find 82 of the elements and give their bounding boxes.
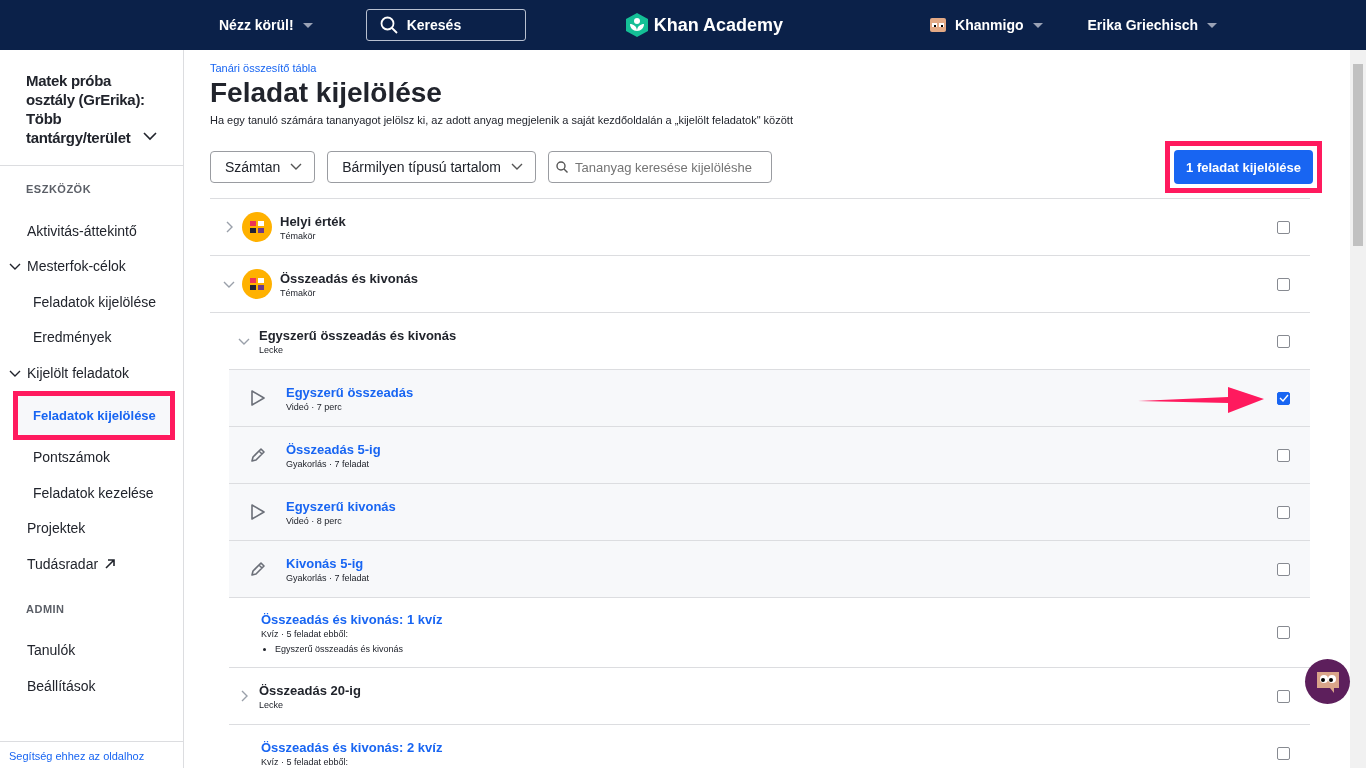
item-type: Lecke bbox=[259, 344, 285, 355]
scrollbar-thumb[interactable] bbox=[1353, 64, 1363, 246]
user-menu-button[interactable]: Erika Griechisch bbox=[1087, 17, 1219, 33]
content-search-field[interactable]: Tananyag keresése kijelöléshe bbox=[548, 151, 772, 183]
filter-dropdown[interactable]: Számtan bbox=[210, 151, 316, 183]
topic-icon bbox=[242, 212, 272, 242]
bullet-icon bbox=[263, 647, 266, 651]
checkbox[interactable] bbox=[1277, 626, 1290, 639]
item-type: Gyakorlás · 7 feladat bbox=[286, 572, 371, 583]
chevron-down-icon bbox=[511, 163, 523, 171]
breadcrumb-link[interactable]: Tanári összesítő tábla bbox=[210, 62, 1310, 74]
search-icon bbox=[379, 16, 398, 34]
pencil-icon bbox=[248, 560, 267, 578]
content-title-link[interactable]: Egyszerű kivonás bbox=[286, 498, 1277, 514]
scrollbar[interactable] bbox=[1350, 50, 1366, 768]
content-title-link[interactable]: Kivonás 5-ig bbox=[286, 555, 1277, 571]
khanmigo-face-icon bbox=[1314, 669, 1341, 694]
filter-dropdown[interactable]: Bármilyen típusú tartalom bbox=[327, 151, 536, 183]
checkbox[interactable] bbox=[1277, 391, 1290, 405]
sidebar-item[interactable]: Projektek bbox=[0, 510, 176, 546]
sidebar-item[interactable]: Tanulók bbox=[0, 632, 176, 668]
item-title: Összeadás 20-ig bbox=[259, 682, 362, 698]
checkbox[interactable] bbox=[1277, 746, 1290, 760]
sidebar-item[interactable]: Beállítások bbox=[0, 668, 176, 704]
checkmark-icon bbox=[1278, 394, 1289, 402]
sidebar-item[interactable]: Mesterfok-célok bbox=[0, 248, 176, 284]
sidebar-item[interactable]: Tudásradar bbox=[0, 546, 176, 582]
logo-icon bbox=[625, 13, 648, 37]
chevron-down-icon[interactable] bbox=[143, 132, 157, 141]
list-item: Egyszerű összeadás és kivonás bbox=[275, 644, 404, 654]
item-type: Témakör bbox=[280, 230, 317, 241]
sidebar-item[interactable]: Kijelölt feladatok bbox=[0, 355, 176, 391]
pencil-icon bbox=[248, 446, 267, 464]
item-title: Egyszerű összeadás és kivonás bbox=[259, 327, 458, 343]
item-type: Videó · 7 perc bbox=[286, 401, 343, 412]
checkbox[interactable] bbox=[1277, 505, 1290, 519]
item-type: Kvíz · 5 feladat ebből: bbox=[261, 757, 350, 767]
logo-text: Khan Academy bbox=[653, 14, 784, 36]
checkbox[interactable] bbox=[1277, 689, 1290, 703]
item-title: Összeadás és kivonás bbox=[280, 270, 420, 286]
sidebar-item[interactable]: Pontszámok bbox=[0, 439, 176, 475]
caret-icon bbox=[301, 21, 314, 29]
sidebar-item[interactable]: Feladatok kijelölése bbox=[18, 395, 170, 435]
sidebar-item[interactable]: Feladatok kezelése bbox=[0, 475, 176, 511]
section-heading: ADMIN bbox=[25, 601, 66, 617]
topic-icon bbox=[242, 269, 272, 299]
item-title: Helyi érték bbox=[280, 213, 347, 229]
search-field[interactable]: Keresés bbox=[365, 9, 526, 41]
checkbox[interactable] bbox=[1277, 277, 1290, 291]
page-description: Ha egy tanuló számára tananyagot jelölsz ki, az adott anyag megjelenik a saját kezdőoldalán a „kijelölt feladatok" között bbox=[210, 114, 794, 126]
explore-menu-button[interactable]: Nézz körül! bbox=[219, 17, 314, 33]
sidebar-item[interactable]: Eredmények bbox=[0, 319, 176, 355]
caret-icon bbox=[1206, 21, 1219, 29]
class-title[interactable]: Matek próba osztály (GrErika): Több tantárgy/terület bbox=[26, 71, 175, 147]
content-title-link[interactable]: Összeadás és kivonás: 1 kvíz bbox=[261, 612, 1277, 627]
help-link[interactable]: Segítség ehhez az oldalhoz bbox=[0, 741, 183, 768]
item-type: Kvíz · 5 feladat ebből: bbox=[261, 629, 350, 639]
khanmigo-chat-button[interactable] bbox=[1305, 659, 1350, 704]
content-title-link[interactable]: Egyszerű összeadás bbox=[286, 384, 1277, 400]
chevron-down-icon bbox=[290, 163, 303, 171]
section-heading: ESZKÖZÖK bbox=[25, 182, 93, 197]
content-title-link[interactable]: Összeadás és kivonás: 2 kvíz bbox=[261, 740, 1277, 755]
sidebar-item[interactable]: Feladatok kijelölése bbox=[0, 284, 176, 320]
sidebar-item[interactable]: Aktivitás-áttekintő bbox=[0, 213, 176, 249]
khanmigo-icon bbox=[929, 17, 948, 33]
caret-icon bbox=[1031, 21, 1044, 29]
external-link-icon bbox=[104, 557, 117, 570]
item-type: Lecke bbox=[259, 699, 285, 710]
play-icon bbox=[249, 503, 266, 521]
checkbox[interactable] bbox=[1277, 562, 1290, 576]
checkbox[interactable] bbox=[1277, 220, 1290, 234]
item-type: Videó · 8 perc bbox=[286, 515, 343, 526]
item-type: Gyakorlás · 7 feladat bbox=[286, 458, 371, 469]
assign-button[interactable]: 1 feladat kijelölése bbox=[1174, 150, 1313, 184]
play-icon bbox=[249, 389, 266, 407]
content-title-link[interactable]: Összeadás 5-ig bbox=[286, 441, 1277, 457]
checkbox[interactable] bbox=[1277, 448, 1290, 462]
khanmigo-menu-button[interactable]: Khanmigo bbox=[929, 17, 1044, 33]
page-title: Feladat kijelölése bbox=[210, 76, 443, 110]
checkbox[interactable] bbox=[1277, 334, 1290, 348]
search-icon bbox=[556, 161, 568, 173]
item-type: Témakör bbox=[280, 287, 317, 298]
